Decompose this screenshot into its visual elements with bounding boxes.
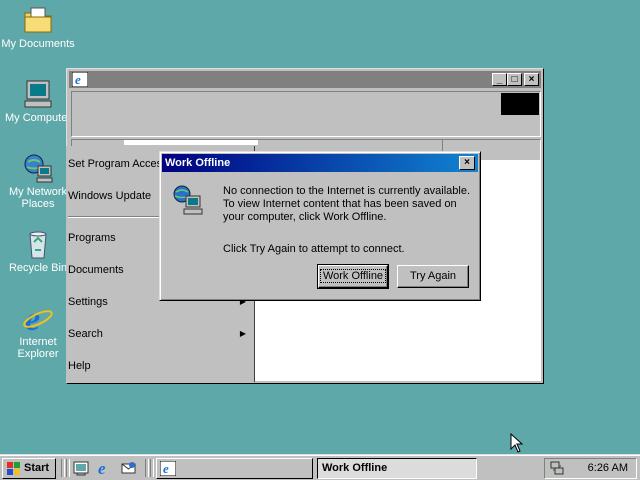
desktop-icon-recycle-bin[interactable]: Recycle Bin [0,228,76,274]
try-again-button[interactable]: Try Again [397,265,469,288]
desktop-icon-label: My Documents [1,38,75,50]
clock[interactable]: 6:26 AM [588,459,628,478]
taskbar-separator [150,459,154,477]
outlook-express-icon[interactable] [121,460,137,476]
dialog-message-line: No connection to the Internet is current… [223,185,471,197]
offline-network-icon [173,185,203,215]
internet-explorer-icon: e [160,461,176,476]
maximize-button[interactable]: □ [507,73,522,86]
submenu-arrow-icon: ▶ [239,329,246,338]
browser-titlebar[interactable]: e _ □ × [69,71,541,88]
taskbar-separator [61,459,65,477]
dialog-title: Work Offline [165,157,231,169]
dialog-close-button[interactable]: × [459,156,475,170]
work-offline-dialog: Work Offline × No connection to the Inte… [159,151,481,301]
show-desktop-icon[interactable] [73,460,89,476]
network-connection-icon[interactable] [549,460,565,476]
start-menu-item-label: Programs [68,232,116,244]
start-button[interactable]: Start [2,458,56,479]
start-menu-item-help[interactable]: Help [68,356,252,376]
start-button-label: Start [24,462,50,474]
desktop-icon-label: My Computer [4,112,72,124]
start-menu-item-label: Documents [68,264,124,276]
svg-text:e: e [75,72,81,87]
dialog-retry-hint: Click Try Again to attempt to connect. [223,243,405,255]
taskbar-separator [66,459,70,477]
desktop-icon-label: Internet Explorer [17,336,59,360]
task-button-label: Work Offline [322,462,388,474]
work-offline-button[interactable]: Work Offline [317,264,389,289]
taskbar: Start e e Work Offline 6:26 AM [0,454,640,480]
work-offline-button-label: Work Offline [319,269,387,283]
desktop-icon-my-computer[interactable]: My Computer [0,78,76,124]
taskbar-separator [145,459,149,477]
recycle-bin-icon [29,231,47,259]
address-field[interactable] [124,140,258,145]
task-button-browser[interactable]: e [156,458,313,479]
desktop-icon-internet-explorer[interactable]: e Internet Explorer [0,302,76,360]
folder-documents-icon [24,7,52,33]
internet-explorer-icon[interactable]: e [97,460,113,476]
internet-explorer-icon: e [72,72,88,87]
svg-text:e: e [163,461,169,476]
dialog-message-line: To view Internet content that has been s… [223,198,457,210]
minimize-button[interactable]: _ [492,73,507,86]
dialog-message-line: your computer, click Work Offline. [223,211,387,223]
close-button[interactable]: × [524,73,539,86]
task-button-work-offline[interactable]: Work Offline [317,458,477,479]
desktop-icon-my-documents[interactable]: My Documents [0,4,76,50]
internet-explorer-icon: e [23,302,53,334]
desktop-icon-my-network-places[interactable]: My Network Places [0,152,76,210]
start-menu-item-label: Windows Update [68,190,152,202]
browser-toolbar [71,91,541,137]
network-places-icon [24,154,53,183]
desktop-icon-label: Recycle Bin [8,262,68,274]
start-menu-item-label: Search [68,328,103,340]
try-again-button-label: Try Again [409,270,457,282]
start-menu-item-label: Help [68,360,91,372]
browser-throbber [501,93,539,115]
windows-logo-icon [7,462,20,475]
system-tray: 6:26 AM [544,458,637,479]
start-menu-item-label: Settings [68,296,108,308]
dialog-titlebar[interactable]: Work Offline × [162,154,478,172]
start-menu-item-search[interactable]: Search ▶ [68,324,252,344]
mouse-cursor-icon [510,433,524,453]
desktop-icon-label: My Network Places [8,186,68,210]
svg-text:e: e [25,302,40,334]
svg-text:e: e [98,460,106,476]
computer-icon [24,80,52,108]
